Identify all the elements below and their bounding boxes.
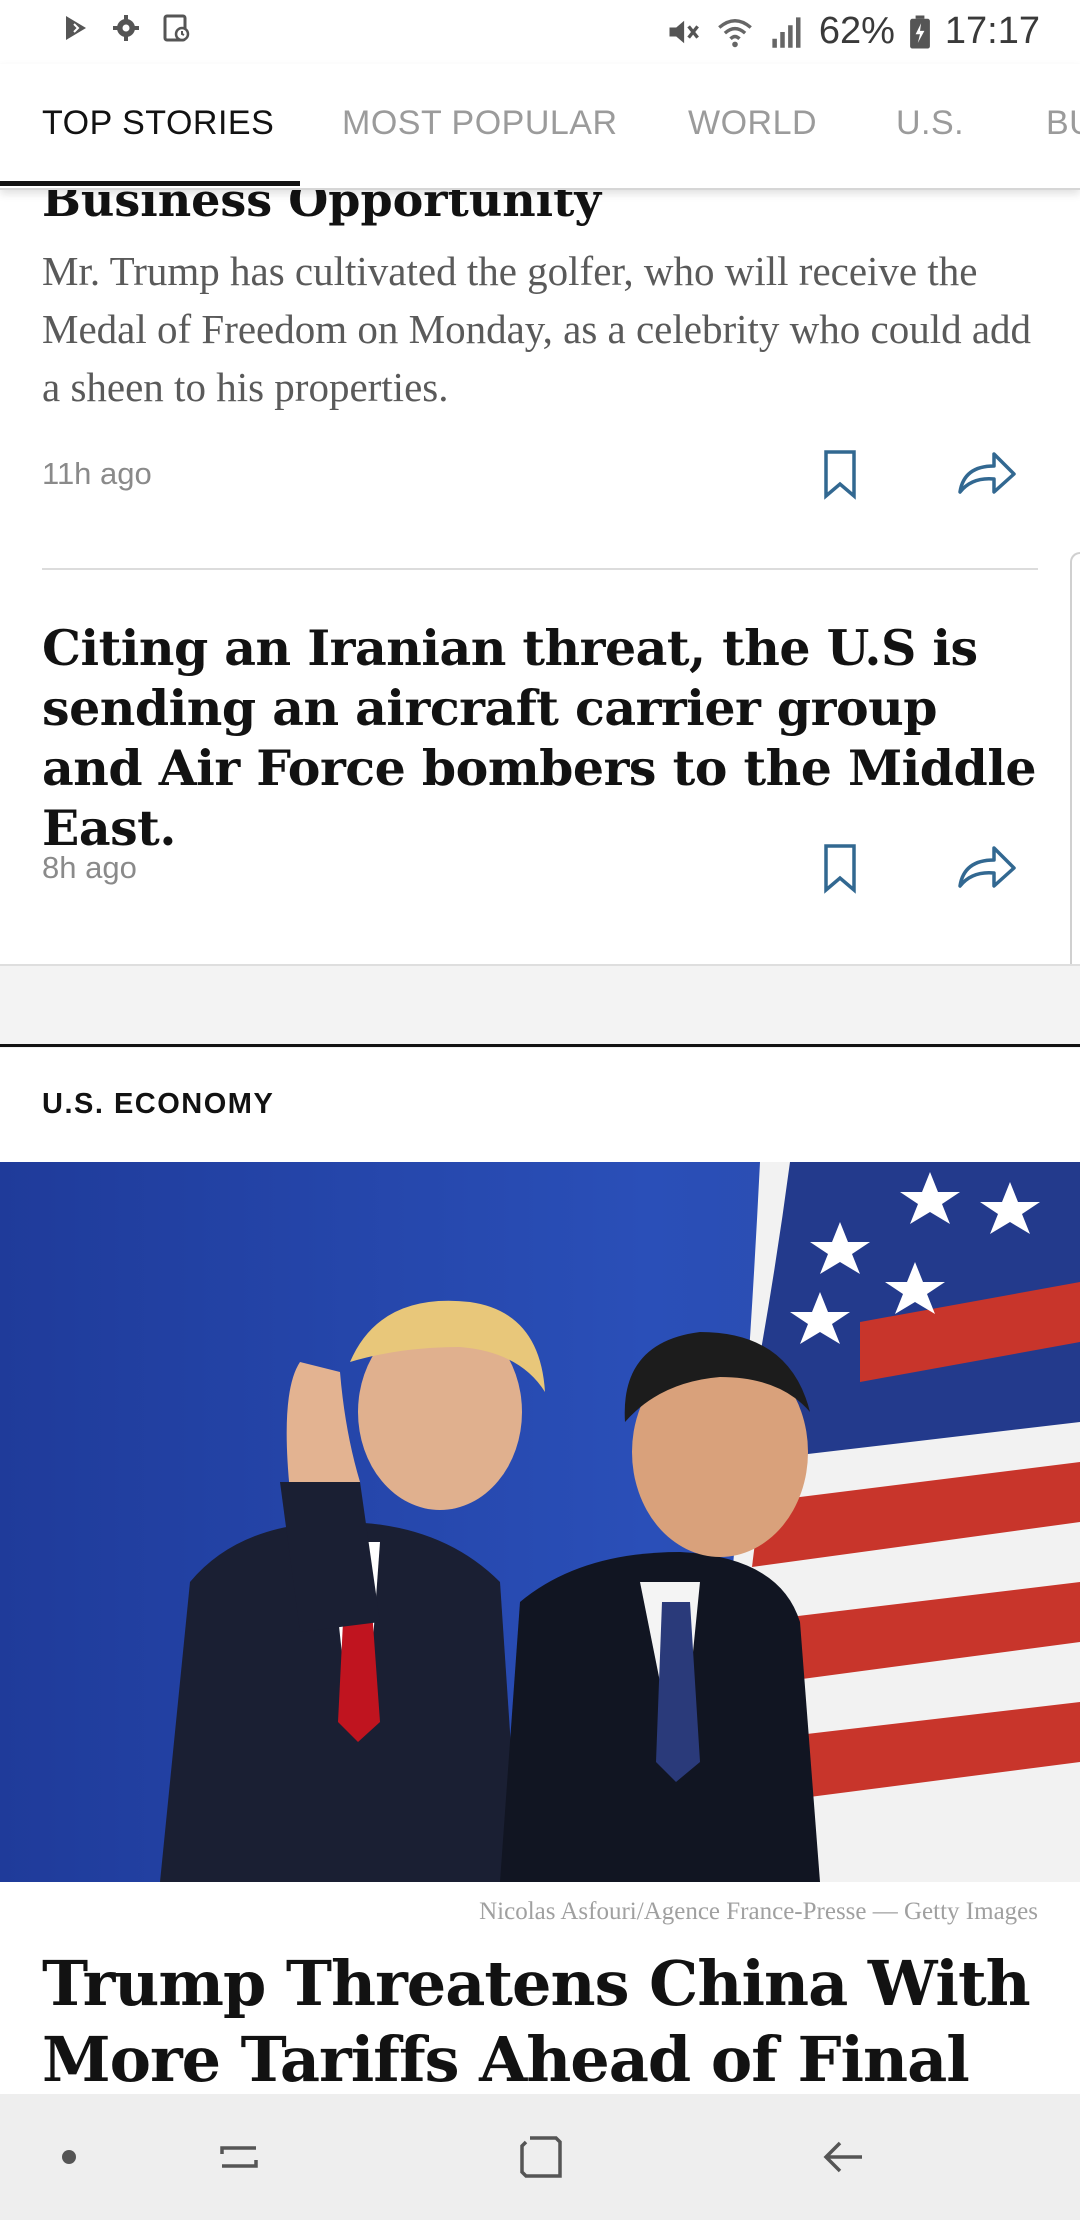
active-tab-indicator <box>0 181 300 186</box>
tab-top-stories[interactable]: TOP STORIES <box>42 104 274 143</box>
dot-icon <box>62 2150 76 2164</box>
share-icon[interactable] <box>956 446 1018 502</box>
article-headline[interactable]: Citing an Iranian threat, the U.S is sen… <box>42 618 1042 858</box>
article-summary[interactable]: Mr. Trump has cultivated the golfer, who… <box>42 242 1042 416</box>
home-button[interactable] <box>508 2124 574 2190</box>
play-store-icon <box>66 16 86 40</box>
home-icon <box>520 2136 562 2178</box>
section-separator <box>0 964 1080 1048</box>
tab-business[interactable]: BU <box>1046 104 1080 143</box>
section-tabs: TOP STORIES MOST POPULAR WORLD U.S. BU <box>0 64 1080 190</box>
battery-icon <box>910 15 930 48</box>
article-timestamp: 8h ago <box>42 850 137 885</box>
tab-world[interactable]: WORLD <box>688 104 817 143</box>
section-rule <box>0 1044 1080 1047</box>
article-photo[interactable] <box>0 1162 1080 1882</box>
settings-notification-icon <box>113 15 139 41</box>
battery-percent: 62% <box>818 10 895 52</box>
photo-illustration <box>0 1162 1080 1882</box>
bookmark-icon[interactable] <box>812 840 868 896</box>
back-arrow-icon <box>823 2141 862 2173</box>
tab-us[interactable]: U.S. <box>896 104 964 143</box>
clock: 17:17 <box>944 10 1040 52</box>
signal-icon <box>772 16 801 48</box>
status-bar: 62% 17:17 <box>0 0 1080 64</box>
bookmark-icon[interactable] <box>812 446 868 502</box>
photo-credit: Nicolas Asfouri/Agence France-Presse — G… <box>479 1898 1038 1925</box>
mute-icon <box>669 20 699 43</box>
tab-most-popular[interactable]: MOST POPULAR <box>342 104 618 143</box>
section-article-headline[interactable]: Trump Threatens China With More Tariffs … <box>42 1946 1042 2094</box>
system-indicators: 62% 17:17 <box>665 10 1040 53</box>
recent-apps-button[interactable] <box>206 2124 272 2190</box>
section-title[interactable]: U.S. ECONOMY <box>42 1088 274 1121</box>
screen-record-icon <box>163 14 190 42</box>
share-icon[interactable] <box>956 840 1018 896</box>
article-timestamp: 11h ago <box>42 456 152 491</box>
back-button[interactable] <box>810 2124 876 2190</box>
notification-icons <box>60 12 192 44</box>
wifi-icon <box>717 18 752 47</box>
nav-dot-button[interactable] <box>36 2124 102 2190</box>
recent-apps-icon <box>220 2146 258 2168</box>
system-nav-bar <box>0 2094 1080 2220</box>
article-divider <box>42 568 1038 570</box>
side-panel-handle[interactable] <box>1070 552 1080 1010</box>
